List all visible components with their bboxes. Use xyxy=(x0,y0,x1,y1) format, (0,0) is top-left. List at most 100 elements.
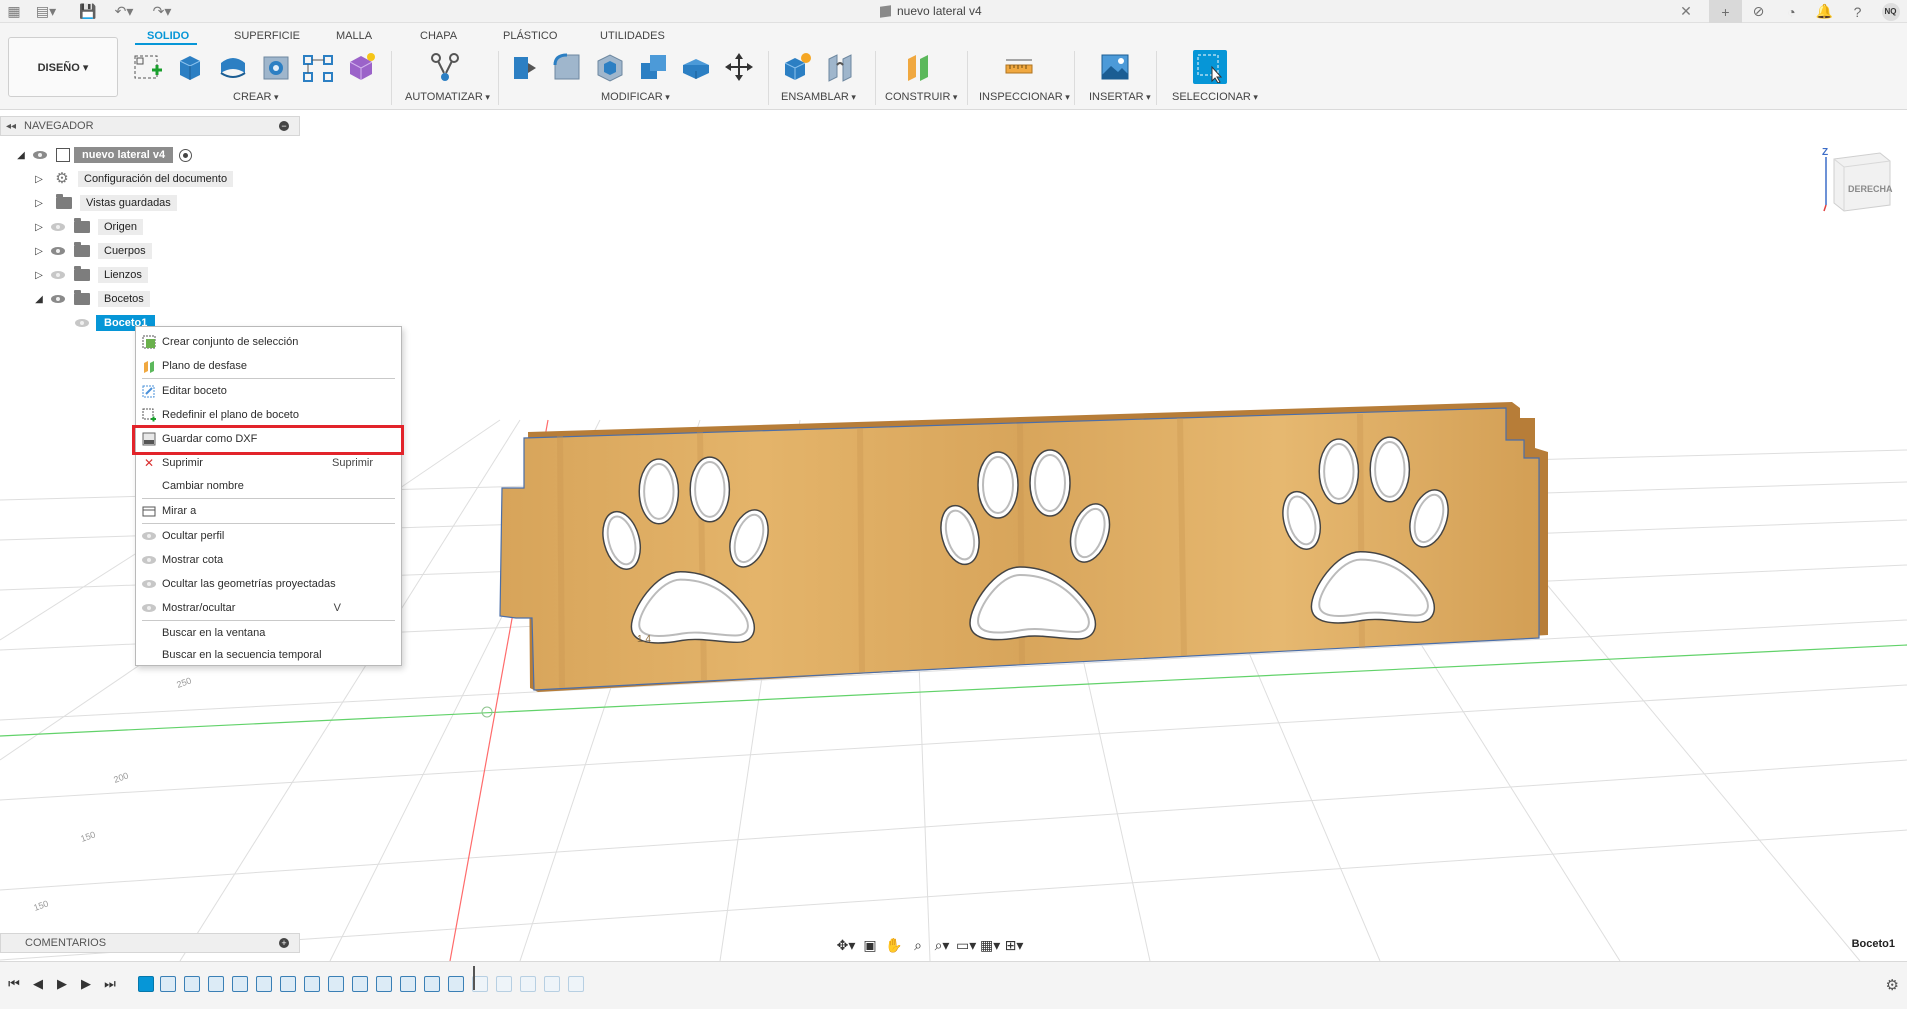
timeline-step[interactable] xyxy=(184,976,200,992)
create-form-icon[interactable] xyxy=(344,50,378,84)
revolve-icon[interactable] xyxy=(216,50,250,84)
construct-group-label[interactable]: CONSTRUIR xyxy=(885,91,957,103)
step-back-icon[interactable]: ◀ xyxy=(30,976,46,992)
visibility-eye-icon[interactable] xyxy=(32,150,48,160)
timeline-step-suppressed[interactable] xyxy=(496,976,512,992)
timeline-step[interactable] xyxy=(160,976,176,992)
press-pull-icon[interactable] xyxy=(507,50,541,84)
tab-chapa[interactable]: CHAPA xyxy=(420,30,457,42)
shell-icon[interactable] xyxy=(593,50,627,84)
navigator-collapse-icon[interactable]: ◂◂ xyxy=(6,121,16,132)
select-icon[interactable] xyxy=(1193,50,1227,84)
tree-root[interactable]: ◢ nuevo lateral v4 xyxy=(16,145,193,165)
move-icon[interactable] xyxy=(722,50,756,84)
automate-group-label[interactable]: AUTOMATIZAR xyxy=(405,91,490,103)
visibility-eye-icon[interactable] xyxy=(50,294,66,304)
redo-icon[interactable]: ↷▾ xyxy=(150,2,174,20)
timeline-step-sketch[interactable] xyxy=(138,976,154,992)
orbit-icon[interactable]: ✥▾ xyxy=(836,937,856,954)
menu-item-create-selection-set[interactable]: Crear conjunto de selección xyxy=(136,331,401,353)
menu-item-edit-sketch[interactable]: Editar boceto xyxy=(136,380,401,402)
tab-superficie[interactable]: SUPERFICIE xyxy=(234,30,300,42)
menu-item-show-dimension[interactable]: Mostrar cota xyxy=(136,549,401,571)
offset-faces-icon[interactable] xyxy=(679,50,713,84)
timeline-step[interactable] xyxy=(256,976,272,992)
timeline-step-suppressed[interactable] xyxy=(568,976,584,992)
insert-group-label[interactable]: INSERTAR xyxy=(1089,91,1151,103)
comments-panel-header[interactable]: COMENTARIOS + xyxy=(0,933,300,953)
workspace-switcher-button[interactable]: DISEÑO ▾ xyxy=(8,37,118,97)
help-icon[interactable]: ? xyxy=(1841,0,1874,23)
user-account[interactable]: NQ xyxy=(1874,0,1907,23)
expand-triangle-icon[interactable]: ▷ xyxy=(34,269,44,281)
automate-icon[interactable] xyxy=(428,50,462,84)
collapse-triangle-icon[interactable]: ◢ xyxy=(16,149,26,161)
pattern-icon[interactable] xyxy=(301,50,335,84)
timeline-step[interactable] xyxy=(376,976,392,992)
document-tab[interactable]: nuevo lateral v4 xyxy=(880,4,982,18)
timeline-step[interactable] xyxy=(208,976,224,992)
timeline-step[interactable] xyxy=(448,976,464,992)
timeline-step[interactable] xyxy=(400,976,416,992)
timeline-step[interactable] xyxy=(280,976,296,992)
expand-triangle-icon[interactable]: ▷ xyxy=(34,245,44,257)
display-settings-icon[interactable]: ▭▾ xyxy=(956,937,976,954)
menu-item-find-in-timeline[interactable]: Buscar en la secuencia temporal xyxy=(136,644,401,666)
new-component-icon[interactable] xyxy=(780,50,814,84)
timeline-step-suppressed[interactable] xyxy=(520,976,536,992)
construct-plane-icon[interactable] xyxy=(901,50,935,84)
menu-item-hide-profile[interactable]: Ocultar perfil xyxy=(136,525,401,547)
menu-item-find-in-window[interactable]: Buscar en la ventana xyxy=(136,622,401,644)
menu-item-offset-plane[interactable]: Plano de desfase xyxy=(136,355,401,377)
gear-icon[interactable]: ⚙ xyxy=(1886,976,1899,994)
tab-malla[interactable]: MALLA xyxy=(336,30,372,42)
add-comment-icon[interactable]: + xyxy=(279,938,289,948)
go-to-end-icon[interactable]: ⏭ xyxy=(102,976,118,992)
fillet-icon[interactable] xyxy=(550,50,584,84)
expand-triangle-icon[interactable]: ▷ xyxy=(34,221,44,233)
new-tab-icon[interactable]: + xyxy=(1709,0,1742,23)
expand-triangle-icon[interactable]: ▷ xyxy=(34,197,44,209)
tab-plastico[interactable]: PLÁSTICO xyxy=(503,30,557,42)
extrude-icon[interactable] xyxy=(173,50,207,84)
timeline-step[interactable] xyxy=(424,976,440,992)
combine-icon[interactable] xyxy=(636,50,670,84)
menu-item-rename[interactable]: Cambiar nombre xyxy=(136,475,401,497)
extensions-icon[interactable]: ⊘ xyxy=(1742,0,1775,23)
viewports-icon[interactable]: ⊞▾ xyxy=(1004,937,1024,954)
look-at-icon[interactable]: ▣ xyxy=(860,937,880,954)
app-grid-icon[interactable]: ▦ xyxy=(6,2,22,20)
file-menu-icon[interactable]: ▤▾ xyxy=(36,2,56,20)
collapse-triangle-icon[interactable]: ◢ xyxy=(34,293,44,305)
modify-group-label[interactable]: MODIFICAR xyxy=(601,91,670,103)
menu-item-redefine-sketch-plane[interactable]: Redefinir el plano de boceto xyxy=(136,404,401,426)
navigator-header[interactable]: ◂◂ NAVEGADOR − xyxy=(0,116,300,136)
create-group-label[interactable]: CREAR xyxy=(233,91,279,103)
tab-utilidades[interactable]: UTILIDADES xyxy=(600,30,665,42)
timeline-step[interactable] xyxy=(352,976,368,992)
navigator-minimize-icon[interactable]: − xyxy=(279,121,289,131)
undo-icon[interactable]: ↶▾ xyxy=(112,2,136,20)
visibility-eye-icon[interactable] xyxy=(50,246,66,256)
inspect-group-label[interactable]: INSPECCIONAR xyxy=(979,91,1070,103)
joint-icon[interactable] xyxy=(823,50,857,84)
tree-item-document-settings[interactable]: ▷ ⚙ Configuración del documento xyxy=(34,169,234,189)
timeline-step-suppressed[interactable] xyxy=(544,976,560,992)
pan-icon[interactable]: ✋ xyxy=(884,937,904,954)
tree-item-sketches[interactable]: ◢ Bocetos xyxy=(34,289,150,309)
fit-icon[interactable]: ⌕▾ xyxy=(932,937,952,954)
tree-item-saved-views[interactable]: ▷ Vistas guardadas xyxy=(34,193,177,213)
create-sketch-icon[interactable] xyxy=(131,50,165,84)
timeline-step[interactable] xyxy=(232,976,248,992)
go-to-start-icon[interactable]: ⏮ xyxy=(6,976,22,992)
menu-item-look-at[interactable]: Mirar a xyxy=(136,500,401,522)
grid-settings-icon[interactable]: ▦▾ xyxy=(980,937,1000,954)
expand-triangle-icon[interactable]: ▷ xyxy=(34,173,44,185)
activate-radio-icon[interactable] xyxy=(179,148,193,162)
tree-item-origin[interactable]: ▷ Origen xyxy=(34,217,144,237)
assemble-group-label[interactable]: ENSAMBLAR xyxy=(781,91,856,103)
viewcube[interactable]: Z DERECHA xyxy=(1820,145,1894,215)
visibility-eye-icon[interactable] xyxy=(74,318,90,328)
hole-icon[interactable] xyxy=(259,50,293,84)
notifications-icon[interactable]: 🔔 xyxy=(1808,0,1841,23)
